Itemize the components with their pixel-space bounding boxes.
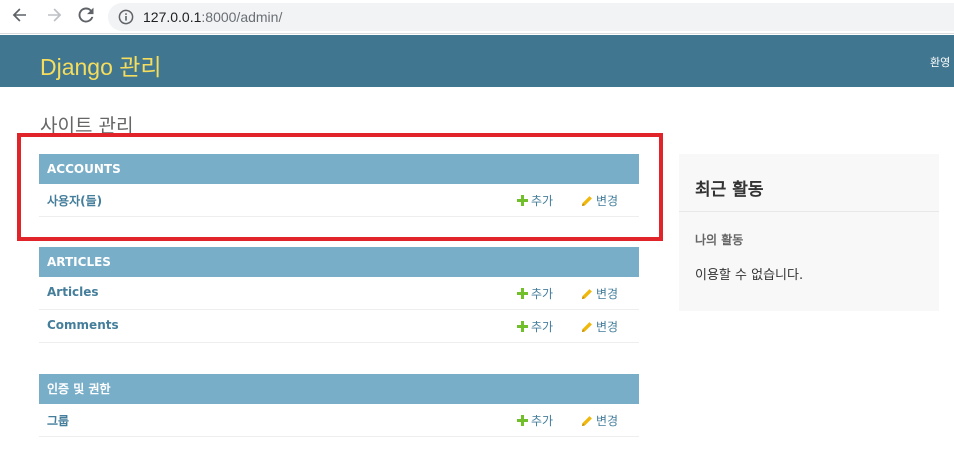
model-row: 그룹 추가 변경 [39, 404, 639, 437]
pencil-icon [581, 288, 593, 300]
change-link-label: 변경 [596, 320, 619, 334]
change-link[interactable]: 변경 [581, 412, 618, 429]
plus-icon [516, 415, 528, 427]
reload-icon [77, 6, 95, 28]
arrow-right-icon [45, 6, 63, 28]
url-text: 127.0.0.1:8000/admin/ [143, 9, 282, 25]
back-button[interactable] [8, 5, 32, 29]
add-link[interactable]: 추가 [516, 318, 553, 335]
highlight-annotation-box [17, 133, 663, 241]
module-caption[interactable]: 인증 및 권한 [39, 374, 639, 404]
model-link[interactable]: Comments [47, 318, 119, 332]
app-module-articles: ARTICLES Articles 추가 변경 Comments 추가 변경 [39, 247, 639, 343]
plus-icon [516, 321, 528, 333]
admin-header: Django 관리 환영 [0, 35, 954, 87]
module-caption[interactable]: ARTICLES [39, 247, 639, 277]
no-actions-text: 이용할 수 없습니다. [695, 268, 804, 283]
pencil-icon [581, 415, 593, 427]
model-row: Articles 추가 변경 [39, 277, 639, 310]
model-link[interactable]: 그룹 [47, 412, 69, 429]
arrow-left-icon [11, 6, 29, 28]
model-link[interactable]: Articles [47, 285, 99, 299]
info-icon[interactable] [118, 9, 134, 25]
add-link-label: 추가 [531, 320, 554, 334]
add-link-label: 추가 [531, 287, 554, 301]
add-link[interactable]: 추가 [516, 285, 553, 302]
recent-actions-title: 최근 활동 [695, 180, 764, 200]
app-module-auth: 인증 및 권한 그룹 추가 변경 [39, 374, 639, 437]
change-link-label: 변경 [596, 414, 619, 428]
my-actions-title: 나의 활동 [695, 233, 744, 247]
pencil-icon [581, 321, 593, 333]
change-link-label: 변경 [596, 287, 619, 301]
add-link[interactable]: 추가 [516, 412, 553, 429]
change-link[interactable]: 변경 [581, 285, 618, 302]
plus-icon [516, 288, 528, 300]
change-link[interactable]: 변경 [581, 318, 618, 335]
url-path: :8000/admin/ [201, 9, 283, 25]
url-host: 127.0.0.1 [143, 9, 202, 25]
recent-actions-panel: 최근 활동 나의 활동 이용할 수 없습니다. [679, 154, 939, 311]
site-branding[interactable]: Django 관리 [40, 48, 162, 82]
forward-button[interactable] [42, 5, 66, 29]
model-row: Comments 추가 변경 [39, 310, 639, 343]
browser-toolbar: 127.0.0.1:8000/admin/ [0, 0, 954, 34]
reload-button[interactable] [74, 5, 98, 29]
divider [679, 211, 939, 212]
add-link-label: 추가 [531, 414, 554, 428]
address-bar[interactable]: 127.0.0.1:8000/admin/ [108, 3, 954, 31]
user-tools: 환영 [930, 56, 951, 69]
